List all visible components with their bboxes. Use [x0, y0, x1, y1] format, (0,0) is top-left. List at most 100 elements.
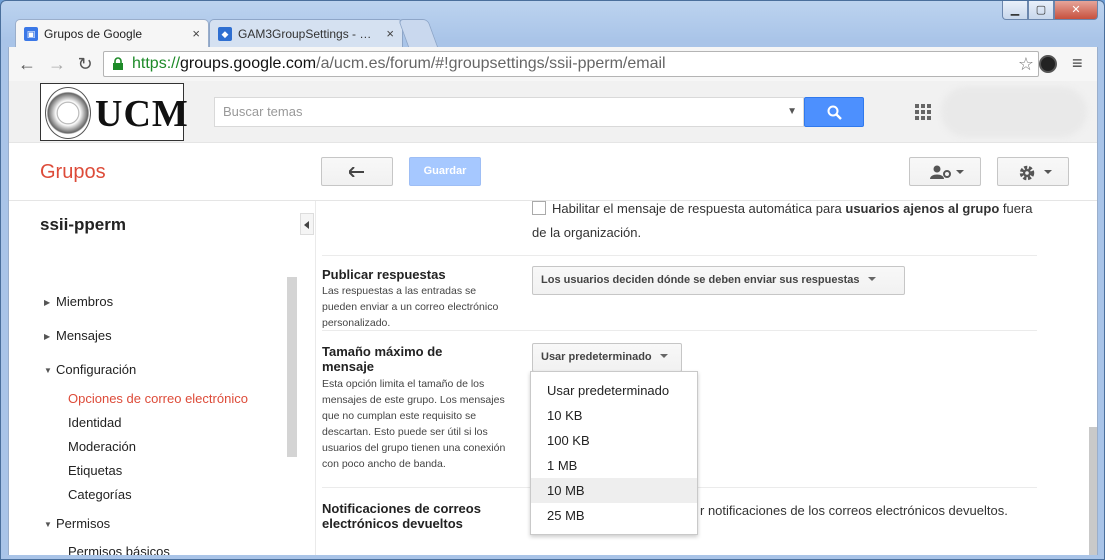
- menu-item-usar-predeterminado[interactable]: Usar predeterminado: [531, 378, 697, 403]
- menu-item-1mb[interactable]: 1 MB: [531, 453, 697, 478]
- chevron-right-icon: ▶: [44, 332, 51, 341]
- account-avatar[interactable]: [941, 87, 1087, 137]
- sidebar-item-configuracion[interactable]: ▼ Configuración: [44, 362, 136, 377]
- forward-arrow-icon[interactable]: →: [45, 52, 69, 76]
- chevron-down-icon: [1044, 170, 1052, 174]
- back-arrow-icon[interactable]: ←: [15, 52, 39, 76]
- ucm-logo[interactable]: UCM: [40, 83, 188, 141]
- chevron-down-icon: ▼: [44, 520, 52, 529]
- tab-title: Grupos de Google: [44, 27, 143, 41]
- groups-title[interactable]: Grupos: [40, 161, 106, 184]
- page-header: UCM Buscar temas ▼: [9, 81, 1097, 143]
- tab-grupos-de-google[interactable]: ▣ Grupos de Google ×: [15, 19, 209, 47]
- max-size-description: Esta opción limita el tamaño de los mens…: [322, 378, 506, 470]
- search-button[interactable]: [804, 97, 864, 127]
- action-bar: Grupos Guardar: [9, 143, 1097, 201]
- logo-text: UCM: [95, 93, 189, 135]
- sidebar: ssii-pperm ▶ Miembros ▶ Mensajes ▼ Configur…: [9, 201, 315, 555]
- bookmark-star-icon[interactable]: ☆: [1018, 52, 1034, 76]
- autoreply-bold-text: usuarios ajenos al grupo: [845, 201, 1000, 216]
- google-groups-icon: ▣: [24, 27, 38, 41]
- window-close-button[interactable]: ✕: [1054, 1, 1098, 20]
- max-size-label-line1: Tamaño máximo de: [322, 344, 443, 359]
- autoreply-line2: de la organización.: [532, 225, 642, 240]
- search-icon: [827, 105, 842, 120]
- sidebar-item-opciones-correo[interactable]: Opciones de correo electrónico: [68, 391, 248, 406]
- bounce-label-line2: electrónicos devueltos: [322, 516, 463, 531]
- sidebar-item-label: Permisos: [56, 516, 111, 531]
- minimize-button[interactable]: ▁: [1002, 1, 1028, 20]
- maximize-button[interactable]: ▢: [1028, 1, 1054, 20]
- divider: [322, 330, 1037, 331]
- publish-replies-description: Las respuestas a las entradas se pueden …: [322, 285, 499, 329]
- autoreply-suffix: fuera: [999, 201, 1033, 216]
- sidebar-scrollbar[interactable]: [287, 277, 297, 457]
- bounce-label-line1: Notificaciones de correos: [322, 501, 481, 516]
- autoreply-checkbox[interactable]: [532, 201, 546, 215]
- back-button[interactable]: [321, 157, 393, 186]
- sidebar-item-etiquetas[interactable]: Etiquetas: [68, 463, 122, 478]
- bounce-label: Notificaciones de correos electrónicos d…: [322, 501, 481, 531]
- sidebar-item-mensajes[interactable]: ▶ Mensajes: [44, 328, 112, 343]
- apps-grid-icon[interactable]: [915, 104, 931, 120]
- lock-icon: [113, 57, 123, 70]
- manage-members-button[interactable]: [909, 157, 981, 186]
- title-bar: ▣ Grupos de Google × ◆ GAM3GroupSettings…: [1, 1, 1104, 47]
- chevron-right-icon: ▶: [44, 298, 51, 307]
- web-page: UCM Buscar temas ▼ Grupos Guardar ssii-p…: [8, 81, 1098, 555]
- collapse-sidebar-button[interactable]: [300, 213, 314, 235]
- tab-gam3groupsettings[interactable]: ◆ GAM3GroupSettings - goo ×: [209, 19, 403, 47]
- menu-item-10kb[interactable]: 10 KB: [531, 403, 697, 428]
- publish-replies-dropdown[interactable]: Los usuarios deciden dónde se deben envi…: [532, 266, 905, 295]
- browser-window: ▣ Grupos de Google × ◆ GAM3GroupSettings…: [0, 0, 1105, 560]
- menu-icon[interactable]: ≡: [1072, 53, 1083, 74]
- bounce-text: r notificaciones de los correos electrón…: [700, 503, 1008, 518]
- url-host: groups.google.com: [180, 55, 317, 72]
- dropdown-value: Los usuarios deciden dónde se deben envi…: [541, 274, 860, 286]
- url-path: /a/ucm.es/forum/#!groupsettings/ssii-ppe…: [316, 55, 666, 72]
- divider: [322, 255, 1037, 256]
- reload-icon[interactable]: ↻: [73, 52, 97, 76]
- address-bar[interactable]: https://groups.google.com/a/ucm.es/forum…: [103, 51, 1039, 77]
- seal-icon: [45, 87, 91, 139]
- search-input[interactable]: Buscar temas ▼: [214, 97, 804, 127]
- sidebar-item-label: Mensajes: [56, 328, 112, 343]
- new-tab-button[interactable]: [397, 19, 439, 47]
- url-scheme: https://: [132, 55, 181, 72]
- max-size-menu: Usar predeterminado 10 KB 100 KB 1 MB 10…: [530, 371, 698, 535]
- group-name: ssii-pperm: [40, 215, 126, 234]
- publish-replies-label: Publicar respuestas: [322, 267, 446, 282]
- sidebar-item-permisos[interactable]: ▼ Permisos: [44, 516, 110, 531]
- sidebar-item-miembros[interactable]: ▶ Miembros: [44, 294, 113, 309]
- sidebar-item-label: Configuración: [56, 362, 137, 377]
- sidebar-item-label: Miembros: [56, 294, 114, 309]
- main-scrollbar[interactable]: [1089, 427, 1097, 555]
- max-size-label: Tamaño máximo de mensaje: [322, 344, 442, 374]
- menu-item-10mb[interactable]: 10 MB: [531, 478, 697, 503]
- users-gear-icon: [930, 165, 951, 179]
- settings-panel: Habilitar el mensaje de respuesta automá…: [315, 201, 1097, 555]
- autoreply-setting: Habilitar el mensaje de respuesta automá…: [532, 201, 1052, 245]
- project-icon: ◆: [218, 27, 232, 41]
- search-options-dropdown-icon[interactable]: ▼: [787, 98, 797, 126]
- browser-toolbar: ← → ↻ https://groups.google.com/a/ucm.es…: [8, 47, 1098, 81]
- back-arrow-icon: [349, 167, 364, 177]
- sidebar-item-identidad[interactable]: Identidad: [68, 415, 122, 430]
- sidebar-item-categorias[interactable]: Categorías: [68, 487, 132, 502]
- gear-icon: [1019, 165, 1035, 181]
- close-icon[interactable]: ×: [386, 20, 394, 47]
- search-placeholder: Buscar temas: [223, 104, 303, 119]
- sidebar-item-permisos-basicos[interactable]: Permisos básicos: [68, 544, 170, 555]
- extension-icon[interactable]: [1039, 55, 1057, 73]
- close-icon[interactable]: ×: [192, 20, 200, 47]
- menu-item-25mb[interactable]: 25 MB: [531, 503, 697, 528]
- save-button[interactable]: Guardar: [409, 157, 481, 186]
- chevron-down-icon: ▼: [44, 366, 52, 375]
- menu-item-100kb[interactable]: 100 KB: [531, 428, 697, 453]
- settings-button[interactable]: [997, 157, 1069, 186]
- window-controls: ▁ ▢ ✕: [1002, 1, 1098, 21]
- dropdown-value: Usar predeterminado: [541, 351, 652, 363]
- max-size-dropdown[interactable]: Usar predeterminado: [532, 343, 682, 372]
- sidebar-item-moderacion[interactable]: Moderación: [68, 439, 136, 454]
- tab-title: GAM3GroupSettings - goo: [238, 27, 378, 41]
